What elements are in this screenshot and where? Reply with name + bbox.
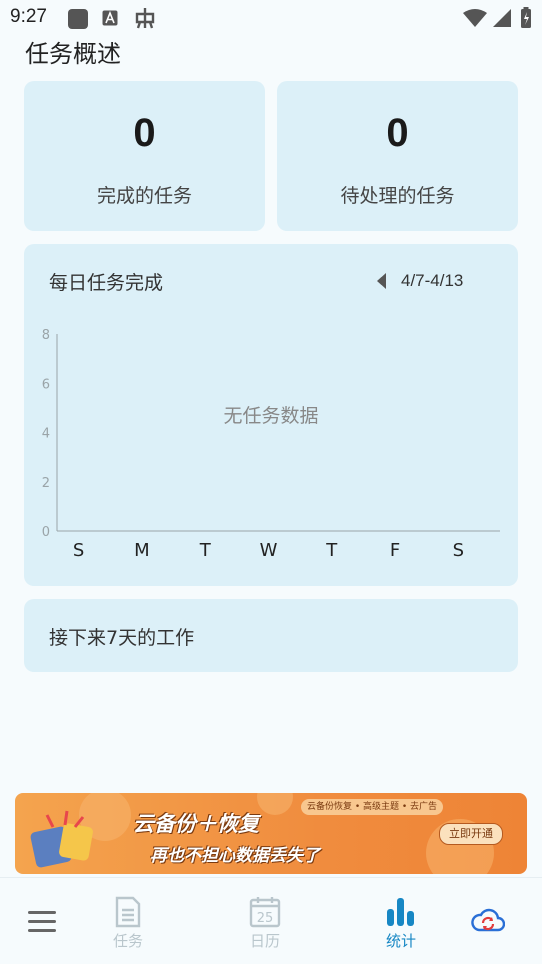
pending-tasks-card: 0 待处理的任务 xyxy=(277,81,518,231)
page-title: 任务概述 xyxy=(25,40,121,68)
upcoming-week-card[interactable]: 接下来7天的工作 xyxy=(24,599,518,672)
bottom-navigation: 任务 25 日历 统计 xyxy=(0,877,542,964)
tab-stats-label: 统计 xyxy=(385,932,416,950)
tab-calendar-label: 日历 xyxy=(249,932,280,950)
pending-count: 0 xyxy=(386,111,409,155)
y-tick-label: 6 xyxy=(42,377,50,392)
banner-feature-tags: 云备份恢复 • 高级主题 • 去广告 xyxy=(301,799,444,815)
cloud-sync-icon xyxy=(471,908,505,932)
tab-calendar[interactable]: 25 日历 xyxy=(225,878,305,964)
completed-label: 完成的任务 xyxy=(96,185,192,207)
banner-subline: 再也不担心数据丢失了 xyxy=(150,846,320,866)
promo-banner[interactable]: 云备份＋恢复 再也不担心数据丢失了 云备份恢复 • 高级主题 • 去广告 立即开… xyxy=(15,793,527,874)
calendar-day-number: 25 xyxy=(257,911,274,926)
pending-label: 待处理的任务 xyxy=(340,185,455,207)
upcoming-title: 接下来7天的工作 xyxy=(49,627,195,649)
x-tick-label: T xyxy=(199,540,212,561)
wifi-icon xyxy=(463,9,487,31)
x-tick-label: M xyxy=(134,540,150,561)
signal-icon xyxy=(493,9,511,31)
daily-tasks-chart: 0 2 4 6 8 S M T W T F S 无任务数据 xyxy=(42,328,500,561)
status-time: 9:27 xyxy=(10,6,47,27)
bug-notification-icon xyxy=(133,6,157,34)
menu-icon xyxy=(28,911,56,932)
app-notification-icon xyxy=(67,8,89,34)
banner-open-button[interactable]: 立即开通 xyxy=(439,823,503,845)
banner-headline: 云备份＋恢复 xyxy=(133,812,259,836)
completed-count: 0 xyxy=(133,111,156,155)
y-tick-label: 0 xyxy=(42,525,50,540)
tab-stats[interactable]: 统计 xyxy=(361,878,441,964)
x-tick-label: S xyxy=(453,540,464,561)
status-bar: 9:27 xyxy=(0,0,542,36)
menu-button[interactable] xyxy=(2,878,82,964)
text-notification-icon xyxy=(102,10,118,30)
tab-tasks[interactable]: 任务 xyxy=(88,878,168,964)
task-list-icon xyxy=(115,896,141,928)
completed-tasks-card: 0 完成的任务 xyxy=(24,81,265,231)
empty-chart-message: 无任务数据 xyxy=(223,405,318,427)
bar-chart-icon xyxy=(387,898,414,926)
daily-completion-card: 每日任务完成 4/7-4/13 02468 SMTWTFS 无任务数据 xyxy=(24,244,518,586)
x-tick-label: T xyxy=(325,540,338,561)
y-tick-label: 2 xyxy=(42,476,50,491)
x-tick-label: W xyxy=(260,540,278,561)
x-tick-label: F xyxy=(390,540,400,561)
tab-tasks-label: 任务 xyxy=(112,932,143,950)
y-tick-label: 4 xyxy=(42,427,50,442)
gift-box-icon xyxy=(27,807,97,873)
battery-icon xyxy=(520,7,532,33)
calendar-icon: 25 xyxy=(249,897,281,928)
x-tick-label: S xyxy=(73,540,84,561)
y-tick-label: 8 xyxy=(42,328,50,343)
cloud-sync-button[interactable] xyxy=(448,878,528,964)
